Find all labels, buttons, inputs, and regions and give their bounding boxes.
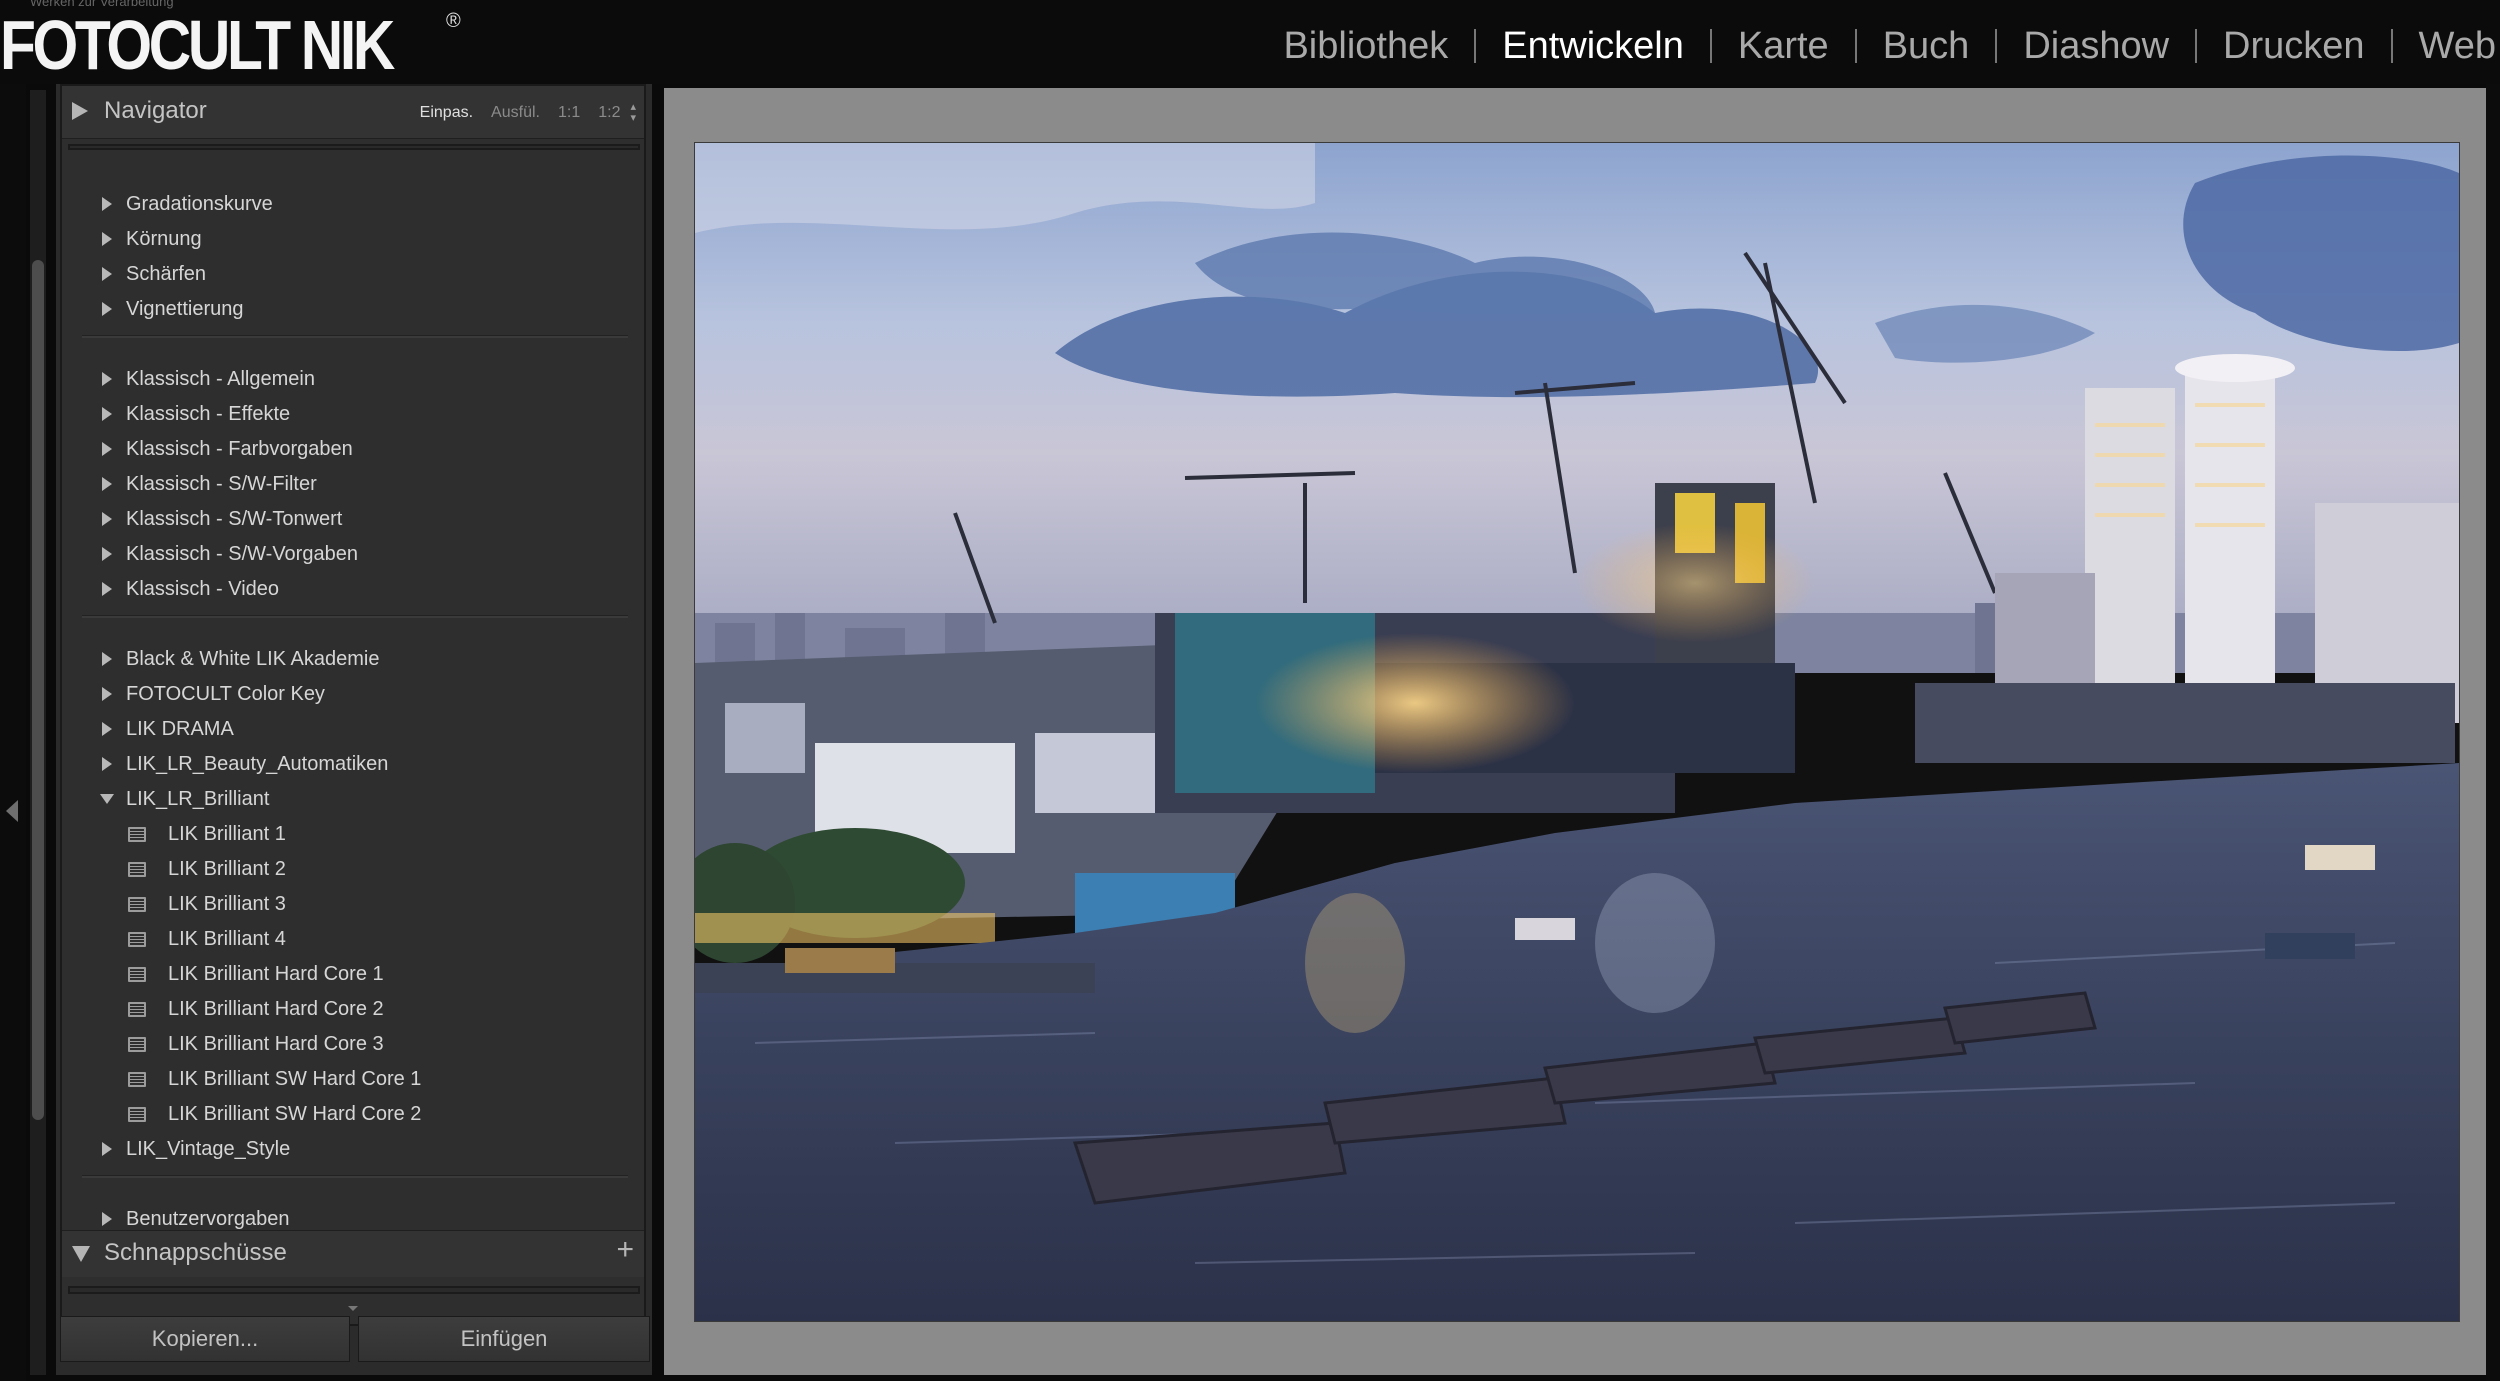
preset-folder[interactable]: Vignettierung — [56, 293, 244, 325]
expand-triangle-icon[interactable] — [102, 477, 112, 491]
collapse-triangle-icon[interactable] — [72, 1246, 90, 1262]
preset-item[interactable]: LIK Brilliant SW Hard Core 1 — [56, 1063, 421, 1095]
preset-folder[interactable]: Klassisch - Allgemein — [56, 363, 315, 395]
preset-icon — [128, 861, 146, 877]
add-snapshot-button[interactable]: + — [616, 1233, 634, 1267]
preset-folder[interactable]: Klassisch - S/W-Tonwert — [56, 503, 342, 535]
preset-icon — [128, 966, 146, 982]
collapse-triangle-icon[interactable] — [100, 794, 114, 804]
module-karte[interactable]: Karte — [1712, 24, 1855, 68]
expand-triangle-icon[interactable] — [102, 512, 112, 526]
preset-folder[interactable]: Klassisch - Video — [56, 573, 279, 605]
preset-item[interactable]: LIK Brilliant Hard Core 1 — [56, 958, 384, 990]
preset-folder[interactable]: LIK DRAMA — [56, 713, 234, 745]
registered-mark: ® — [446, 10, 461, 32]
zoom-1-2[interactable]: 1:2 — [598, 104, 620, 122]
preset-item[interactable]: LIK Brilliant 1 — [56, 818, 286, 850]
expand-triangle-icon[interactable] — [102, 197, 112, 211]
left-panel-edge[interactable] — [0, 84, 26, 1381]
preset-icon — [128, 1036, 146, 1052]
preset-folder[interactable]: LIK_Vintage_Style — [56, 1133, 290, 1165]
snapshots-title: Schnappschüsse — [104, 1239, 287, 1266]
divider — [82, 1175, 628, 1178]
preset-folder[interactable]: Klassisch - S/W-Filter — [56, 468, 317, 500]
expand-triangle-icon[interactable] — [102, 757, 112, 771]
divider — [82, 615, 628, 618]
photo-preview[interactable] — [694, 142, 2460, 1322]
preset-icon — [128, 1106, 146, 1122]
preset-folder[interactable]: Klassisch - Effekte — [56, 398, 290, 430]
preset-folder[interactable]: LIK_LR_Beauty_Automatiken — [56, 748, 388, 780]
preset-folder[interactable]: Körnung — [56, 223, 202, 255]
snapshots-header[interactable]: Schnappschüsse + — [62, 1230, 644, 1277]
cityscape-photo — [695, 143, 2459, 1321]
expand-triangle-icon[interactable] — [102, 407, 112, 421]
preset-icon — [128, 931, 146, 947]
collapse-left-panel-icon[interactable] — [6, 800, 18, 822]
preset-folder[interactable]: Gradationskurve — [56, 188, 273, 220]
expand-triangle-icon[interactable] — [102, 1212, 112, 1226]
preset-item[interactable]: LIK Brilliant 2 — [56, 853, 286, 885]
navigator-header[interactable]: Navigator Einpas. Ausfül. 1:1 1:2 ▴ ▾ — [62, 86, 644, 139]
navigator-preview-collapsed — [68, 144, 640, 150]
zoom-1-1[interactable]: 1:1 — [558, 104, 580, 122]
expand-triangle-icon[interactable] — [102, 652, 112, 666]
develop-canvas[interactable] — [664, 88, 2486, 1375]
preset-icon — [128, 826, 146, 842]
module-entwickeln[interactable]: Entwickeln — [1476, 24, 1710, 68]
preset-folder[interactable]: Black & White LIK Akademie — [56, 643, 379, 675]
preset-folder[interactable]: Schärfen — [56, 258, 206, 290]
preset-icon — [128, 1001, 146, 1017]
expand-triangle-icon[interactable] — [102, 582, 112, 596]
preset-item[interactable]: LIK Brilliant 3 — [56, 888, 286, 920]
zoom-options: Einpas. Ausfül. 1:1 1:2 ▴ ▾ — [420, 102, 636, 124]
expand-triangle-icon[interactable] — [102, 442, 112, 456]
divider — [82, 335, 628, 338]
preset-folder[interactable]: Klassisch - Farbvorgaben — [56, 433, 353, 465]
module-picker: Bibliothek Entwickeln Karte Buch Diashow… — [1257, 18, 2500, 74]
preset-item[interactable]: LIK Brilliant 4 — [56, 923, 286, 955]
preset-item[interactable]: LIK Brilliant Hard Core 3 — [56, 1028, 384, 1060]
zoom-stepper-icon[interactable]: ▴ ▾ — [630, 102, 636, 124]
fotocult-nik-logo: Werken zur Verarbeitung FOTOCULT NIK ® — [0, 0, 467, 84]
expand-triangle-icon[interactable] — [102, 547, 112, 561]
preset-folder-expanded[interactable]: LIK_LR_Brilliant — [56, 783, 269, 815]
preset-folder[interactable]: Klassisch - S/W-Vorgaben — [56, 538, 358, 570]
expand-triangle-icon[interactable] — [102, 232, 112, 246]
preset-icon — [128, 1071, 146, 1087]
preset-icon — [128, 896, 146, 912]
module-buch[interactable]: Buch — [1857, 24, 1996, 68]
preset-item[interactable]: LIK Brilliant Hard Core 2 — [56, 993, 384, 1025]
expand-triangle-icon[interactable] — [102, 372, 112, 386]
preset-folder[interactable]: FOTOCULT Color Key — [56, 678, 325, 710]
panel-resize-grip-icon[interactable] — [348, 1306, 358, 1311]
right-panel-edge[interactable] — [2486, 84, 2500, 1381]
zoom-fit[interactable]: Einpas. — [420, 104, 473, 122]
module-web[interactable]: Web — [2393, 24, 2500, 68]
expand-triangle-icon[interactable] — [102, 722, 112, 736]
zoom-fill[interactable]: Ausfül. — [491, 104, 540, 122]
module-diashow[interactable]: Diashow — [1997, 24, 2195, 68]
preset-item[interactable]: LIK Brilliant SW Hard Core 2 — [56, 1098, 421, 1130]
left-panel: Navigator Einpas. Ausfül. 1:1 1:2 ▴ ▾ Gra… — [56, 84, 652, 1375]
paste-settings-button[interactable]: Einfügen — [358, 1316, 650, 1362]
navigator-title: Navigator — [104, 97, 207, 124]
snapshots-list — [68, 1286, 640, 1294]
expand-triangle-icon[interactable] — [72, 102, 88, 120]
copy-settings-button[interactable]: Kopieren... — [60, 1316, 350, 1362]
panel-scrollbar-thumb[interactable] — [32, 260, 44, 1120]
expand-triangle-icon[interactable] — [102, 687, 112, 701]
module-bibliothek[interactable]: Bibliothek — [1257, 24, 1474, 68]
expand-triangle-icon[interactable] — [102, 267, 112, 281]
module-drucken[interactable]: Drucken — [2197, 24, 2391, 68]
logo-text: FOTOCULT NIK — [0, 6, 395, 84]
expand-triangle-icon[interactable] — [102, 1142, 112, 1156]
top-bar: Werken zur Verarbeitung FOTOCULT NIK ® B… — [0, 0, 2500, 84]
expand-triangle-icon[interactable] — [102, 302, 112, 316]
